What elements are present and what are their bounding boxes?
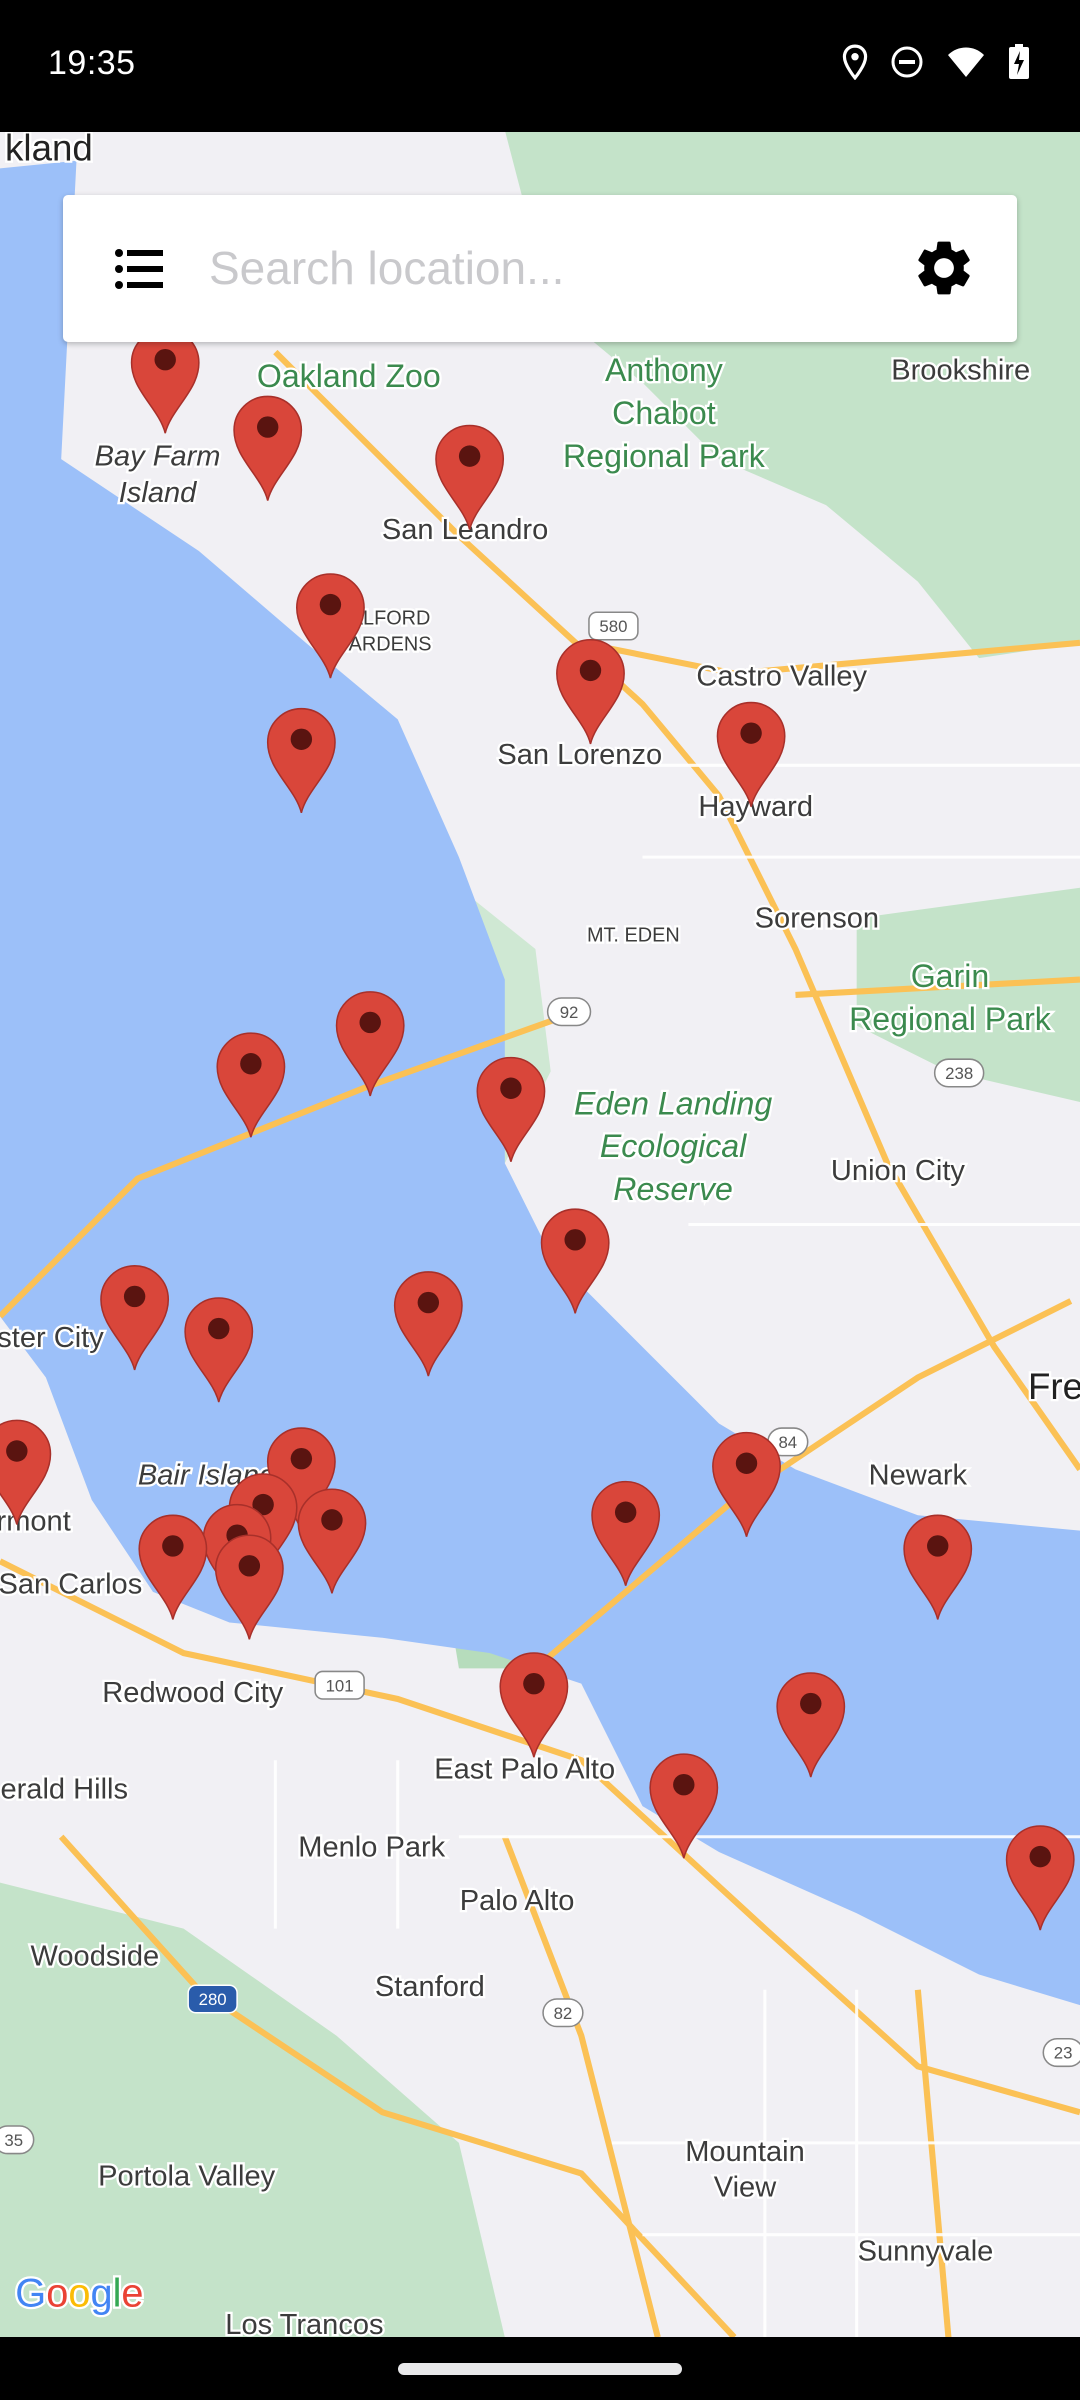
marker-dot bbox=[740, 722, 762, 744]
map-label-brookshire: Brookshire bbox=[891, 355, 1030, 387]
list-icon bbox=[115, 249, 163, 289]
map-label-sunnyvale: Sunnyvale bbox=[858, 2236, 994, 2268]
marker-dot bbox=[208, 1317, 230, 1340]
map-label-stanford: Stanford bbox=[375, 1971, 485, 2003]
marker-dot bbox=[458, 445, 481, 467]
map-label-eden-landing: Eden Landing bbox=[574, 1085, 772, 1121]
map-label-chabot: Regional Park bbox=[563, 438, 766, 474]
highway-shield-580: 580 bbox=[588, 611, 639, 641]
map-label-eden-landing: Reserve bbox=[613, 1171, 733, 1207]
marker-dot bbox=[290, 1447, 313, 1470]
battery-charging-icon bbox=[1009, 44, 1029, 79]
map-label-alford: ARDENS bbox=[349, 634, 432, 656]
marker-dot bbox=[321, 1509, 343, 1531]
map-label-garin: Garin bbox=[911, 958, 990, 994]
marker-dot bbox=[673, 1773, 695, 1796]
map-label-bay-farm: Island bbox=[119, 477, 197, 509]
marker-dot bbox=[500, 1077, 522, 1099]
svg-text:238: 238 bbox=[945, 1064, 973, 1083]
map-label-mountain-view: View bbox=[714, 2171, 777, 2203]
status-time: 19:35 bbox=[48, 44, 136, 82]
highway-shield-238: 238 bbox=[933, 1058, 985, 1088]
svg-text:23: 23 bbox=[1054, 2044, 1073, 2063]
gear-icon bbox=[918, 241, 970, 295]
map-label-redwood-city: Redwood City bbox=[102, 1677, 283, 1709]
map-label-eden-landing: Ecological bbox=[600, 1128, 747, 1164]
map-label-sorenson: Sorenson bbox=[755, 903, 879, 935]
map-label-san-lorenzo: San Lorenzo bbox=[497, 739, 662, 771]
marker-dot bbox=[319, 593, 342, 616]
wifi-icon bbox=[948, 47, 984, 77]
marker-dot bbox=[256, 416, 279, 438]
status-bar: 19:35 bbox=[0, 0, 1080, 132]
marker-dot bbox=[240, 1053, 262, 1075]
list-button[interactable] bbox=[111, 239, 171, 299]
marker-dot bbox=[238, 1555, 261, 1577]
marker-dot bbox=[1029, 1845, 1051, 1868]
marker-dot bbox=[735, 1452, 758, 1474]
svg-text:82: 82 bbox=[554, 2004, 573, 2023]
marker-dot bbox=[927, 1535, 949, 1557]
highway-shield-23: 23 bbox=[1042, 2038, 1080, 2068]
map-label-chabot: Chabot bbox=[612, 395, 716, 431]
map-label-foster-city: ster City bbox=[0, 1322, 104, 1354]
map-label-san-carlos: San Carlos bbox=[0, 1568, 142, 1600]
highway-shield-82: 82 bbox=[542, 1998, 584, 2028]
map-label-fremont: Fre bbox=[1028, 1366, 1080, 1407]
highway-shield-35: 35 bbox=[0, 2125, 35, 2155]
map-label-woodside: Woodside bbox=[31, 1940, 160, 1972]
highway-shield-280: 280 bbox=[187, 1984, 238, 2014]
map-label-oakland-zoo: Oakland Zoo bbox=[257, 358, 441, 394]
marker-dot bbox=[162, 1535, 184, 1557]
map-label-east-palo-alto: East Palo Alto bbox=[434, 1754, 615, 1786]
marker-dot bbox=[154, 348, 176, 371]
marker-dot bbox=[6, 1440, 28, 1462]
map-label-union-city: Union City bbox=[831, 1155, 965, 1187]
svg-text:280: 280 bbox=[199, 1990, 227, 2009]
highway-shield-101: 101 bbox=[314, 1670, 365, 1700]
map-label-castro-valley: Castro Valley bbox=[696, 661, 867, 693]
map-view[interactable]: kland Oakland Zoo Anthony Chabot Regiona… bbox=[0, 0, 1080, 2400]
marker-dot bbox=[614, 1501, 637, 1523]
home-gesture-handle[interactable] bbox=[398, 2363, 682, 2375]
marker-dot bbox=[290, 728, 313, 750]
marker-dot bbox=[800, 1692, 822, 1715]
search-input[interactable] bbox=[209, 235, 909, 301]
highway-shield-92: 92 bbox=[546, 997, 592, 1027]
map-label-garin: Regional Park bbox=[849, 1001, 1052, 1037]
map-label-mt-eden: MT. EDEN bbox=[587, 924, 680, 946]
svg-text:580: 580 bbox=[599, 617, 627, 636]
marker-dot bbox=[579, 659, 602, 682]
settings-button[interactable] bbox=[911, 235, 977, 301]
marker-dot bbox=[359, 1011, 381, 1034]
marker-dot bbox=[123, 1285, 146, 1308]
svg-text:101: 101 bbox=[326, 1676, 354, 1695]
location-icon bbox=[842, 44, 868, 80]
map-label-portola-valley: Portola Valley bbox=[98, 2161, 276, 2193]
search-bar bbox=[63, 195, 1017, 342]
svg-text:92: 92 bbox=[560, 1003, 579, 1022]
marker-dot bbox=[523, 1672, 545, 1695]
marker-dot bbox=[564, 1229, 586, 1251]
map-label-bay-farm: Bay Farm bbox=[95, 440, 221, 472]
svg-text:Google: Google bbox=[15, 2272, 143, 2316]
map-label-menlo-park: Menlo Park bbox=[298, 1832, 445, 1864]
map-label-chabot: Anthony bbox=[605, 352, 723, 388]
map-label-oakland: kland bbox=[5, 128, 93, 169]
map-label-palo-alto: Palo Alto bbox=[460, 1885, 575, 1917]
svg-text:84: 84 bbox=[778, 1433, 797, 1452]
google-logo: Google bbox=[13, 2269, 146, 2318]
map-label-newark: Newark bbox=[869, 1460, 968, 1492]
marker-dot bbox=[417, 1291, 440, 1314]
map-label-emerald-hills: erald Hills bbox=[0, 1773, 128, 1805]
navigation-bar bbox=[0, 2337, 1080, 2400]
map-label-mountain-view: Mountain bbox=[685, 2136, 805, 2168]
do-not-disturb-icon bbox=[891, 46, 923, 78]
svg-text:35: 35 bbox=[4, 2131, 23, 2150]
